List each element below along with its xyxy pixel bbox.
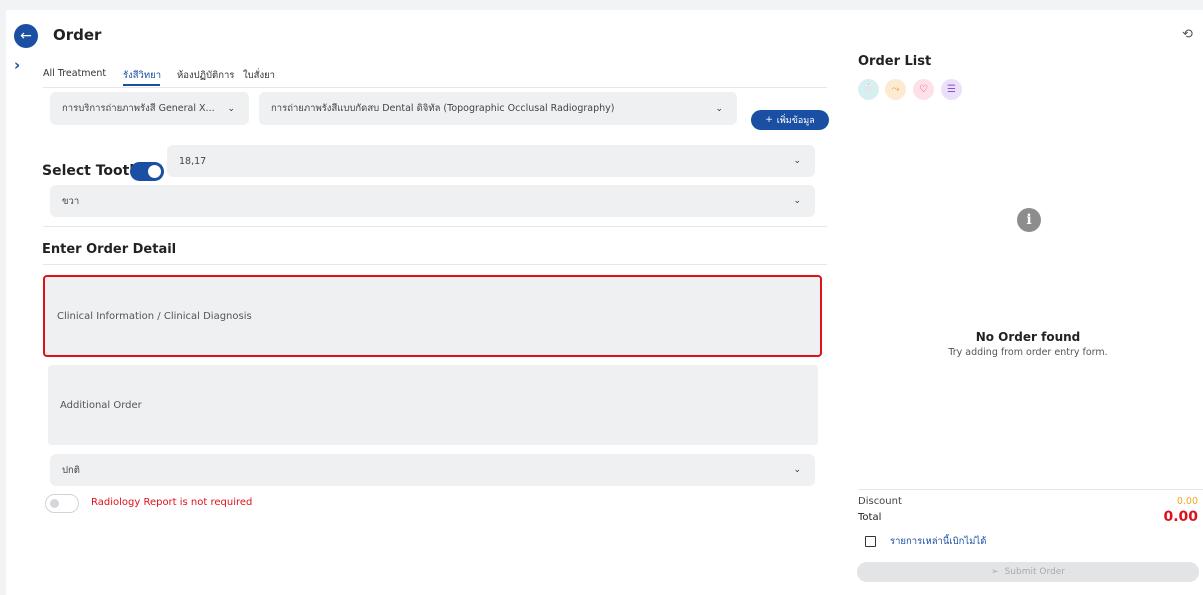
non-claimable-label: รายการเหล่านี้เบิกไม่ได้ <box>890 536 987 547</box>
order-page: ← Order ⟲ › All Treatment รังสีวิทยา ห้อ… <box>6 10 1203 595</box>
radiology-report-status: Radiology Report is not required <box>91 497 253 508</box>
chevron-down-icon: ⌄ <box>715 103 723 114</box>
active-tab-indicator <box>123 84 160 86</box>
toggle-knob <box>148 165 161 178</box>
service-select-value: การบริการถ่ายภาพรังสี General X... <box>62 103 215 114</box>
order-detail-divider <box>43 264 827 265</box>
heart-icon[interactable]: ♡ <box>913 79 934 100</box>
procedure-select-value: การถ่ายภาพรังสีแบบกัดสบ Dental ดิจิทัล (… <box>271 103 615 114</box>
tab-prescription[interactable]: ใบสั่งยา <box>243 68 275 83</box>
route-icon[interactable]: ⤳ <box>885 79 906 100</box>
discount-label: Discount <box>858 496 902 507</box>
back-button[interactable]: ← <box>14 24 38 48</box>
send-icon: ➢ <box>991 567 999 577</box>
chevron-down-icon: ⌄ <box>793 156 801 166</box>
add-item-button[interactable]: + เพิ่มข้อมูล <box>751 110 829 130</box>
arrow-left-icon: ← <box>20 28 32 44</box>
toggle-knob <box>50 499 59 508</box>
radiology-report-toggle[interactable] <box>45 494 79 513</box>
discount-value: 0.00 <box>1176 496 1198 507</box>
tab-divider <box>43 87 827 88</box>
order-detail-heading: Enter Order Detail <box>42 242 177 257</box>
clinical-information-field[interactable]: Clinical Information / Clinical Diagnosi… <box>43 275 822 357</box>
submit-order-label: Submit Order <box>1004 567 1065 577</box>
tooth-select-value: 18,17 <box>179 155 207 167</box>
submit-order-button[interactable]: ➢ Submit Order <box>857 562 1199 582</box>
chevron-down-icon: ⌄ <box>793 465 801 475</box>
tab-radiology[interactable]: รังสีวิทยา <box>123 68 161 83</box>
additional-order-placeholder: Additional Order <box>60 399 142 411</box>
clinical-information-placeholder: Clinical Information / Clinical Diagnosi… <box>57 310 252 322</box>
total-value: 0.00 <box>1163 509 1198 525</box>
side-select-value: ขวา <box>62 195 80 207</box>
chevron-right-icon[interactable]: › <box>14 56 20 74</box>
section-divider <box>43 226 827 227</box>
add-item-label: เพิ่มข้อมูล <box>776 116 815 126</box>
chevron-down-icon: ⌄ <box>227 103 235 114</box>
info-icon: i <box>1017 208 1041 232</box>
non-claimable-checkbox[interactable] <box>865 536 876 547</box>
total-label: Total <box>858 512 882 523</box>
order-list-title: Order List <box>858 54 932 69</box>
dental-icon[interactable]: 🦷 <box>858 79 879 100</box>
tab-all-treatment[interactable]: All Treatment <box>43 68 106 79</box>
priority-select[interactable]: ปกติ ⌄ <box>50 454 815 486</box>
select-tooth-label: Select Tooth <box>42 163 140 179</box>
priority-select-value: ปกติ <box>62 464 80 476</box>
summary-divider <box>858 489 1203 490</box>
empty-state-title: No Order found <box>975 330 1081 344</box>
service-select[interactable]: การบริการถ่ายภาพรังสี General X... ⌄ <box>50 92 249 125</box>
select-tooth-toggle[interactable] <box>130 162 164 181</box>
tooth-select[interactable]: 18,17 ⌄ <box>167 145 815 177</box>
list-icon[interactable]: ☰ <box>941 79 962 100</box>
chevron-down-icon: ⌄ <box>793 196 801 206</box>
additional-order-field[interactable]: Additional Order <box>48 365 818 445</box>
side-select[interactable]: ขวา ⌄ <box>50 185 815 217</box>
procedure-select[interactable]: การถ่ายภาพรังสีแบบกัดสบ Dental ดิจิทัล (… <box>259 92 737 125</box>
empty-state-subtitle: Try adding from order entry form. <box>948 347 1108 358</box>
tab-laboratory[interactable]: ห้องปฏิบัติการ <box>177 68 234 83</box>
plus-icon: + <box>765 115 773 125</box>
history-icon[interactable]: ⟲ <box>1182 27 1193 42</box>
page-title: Order <box>53 26 102 44</box>
